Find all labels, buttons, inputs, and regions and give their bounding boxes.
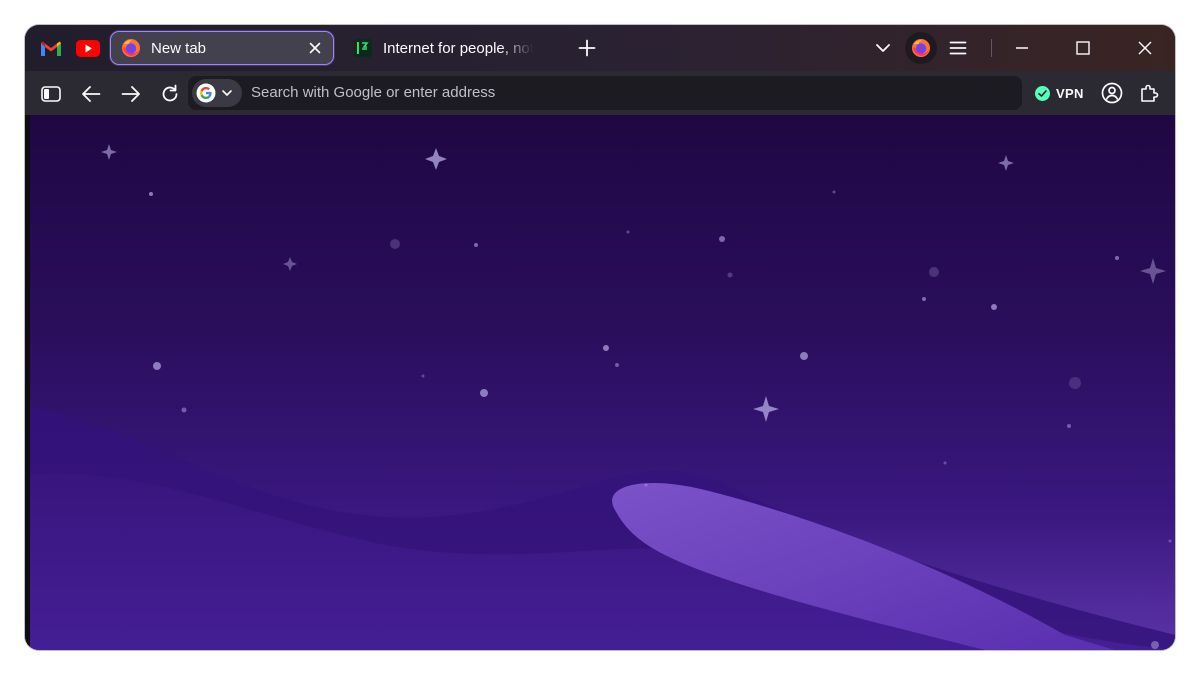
reload-icon bbox=[162, 84, 178, 102]
vpn-button[interactable]: VPN bbox=[1035, 82, 1084, 104]
address-bar[interactable]: Search with Google or enter address bbox=[188, 76, 1022, 110]
app-menu-button[interactable] bbox=[948, 38, 968, 58]
search-engine-selector[interactable] bbox=[192, 79, 242, 107]
mozilla-icon bbox=[354, 39, 372, 57]
close-icon bbox=[1138, 41, 1152, 55]
firefox-icon bbox=[122, 39, 140, 57]
back-button[interactable] bbox=[79, 82, 103, 106]
sidebar-button[interactable] bbox=[39, 82, 63, 106]
profile-icon bbox=[1101, 82, 1123, 104]
minimize-button[interactable] bbox=[1012, 38, 1032, 58]
sidebar-edge bbox=[25, 115, 30, 650]
toolbar-divider bbox=[991, 39, 992, 57]
minimize-icon bbox=[1016, 47, 1028, 49]
sparkles bbox=[101, 144, 1166, 422]
maximize-button[interactable] bbox=[1073, 38, 1093, 58]
firefox-icon bbox=[912, 39, 930, 57]
firefox-account-button[interactable] bbox=[905, 32, 937, 64]
list-all-tabs-button[interactable] bbox=[873, 38, 893, 58]
forward-button[interactable] bbox=[119, 82, 143, 106]
tab-strip: New tab Internet for people, not profit bbox=[25, 25, 1175, 71]
gmail-icon bbox=[41, 41, 61, 56]
chevron-down-icon bbox=[876, 44, 890, 52]
google-icon bbox=[196, 83, 216, 103]
pinned-tab-gmail[interactable] bbox=[39, 36, 63, 60]
vpn-label: VPN bbox=[1056, 85, 1084, 101]
vpn-check-icon bbox=[1035, 85, 1050, 101]
wallpaper-illustration bbox=[25, 144, 1175, 650]
extensions-button[interactable] bbox=[1137, 81, 1161, 105]
chevron-down-icon bbox=[222, 90, 232, 96]
close-icon[interactable] bbox=[307, 40, 323, 56]
tab-title: Internet for people, not profit bbox=[383, 39, 533, 57]
profile-button[interactable] bbox=[1100, 81, 1124, 105]
new-tab-button[interactable] bbox=[577, 38, 597, 58]
forward-arrow-icon bbox=[121, 86, 140, 102]
tab-mozilla[interactable]: Internet for people, not profit bbox=[343, 31, 533, 65]
puzzle-icon bbox=[1141, 84, 1159, 102]
sidebar-icon bbox=[41, 86, 61, 102]
hamburger-icon bbox=[949, 41, 967, 55]
new-tab-page bbox=[25, 115, 1175, 650]
reload-button[interactable] bbox=[158, 82, 182, 106]
browser-window: New tab Internet for people, not profit bbox=[25, 25, 1175, 650]
youtube-icon bbox=[76, 39, 100, 57]
search-input[interactable]: Search with Google or enter address bbox=[251, 76, 495, 110]
maximize-icon bbox=[1076, 41, 1090, 55]
tab-title: New tab bbox=[151, 39, 207, 57]
back-arrow-icon bbox=[82, 86, 101, 102]
pinned-tab-youtube[interactable] bbox=[76, 36, 100, 60]
close-window-button[interactable] bbox=[1135, 38, 1155, 58]
plus-icon bbox=[578, 39, 596, 57]
tab-new-tab[interactable]: New tab bbox=[110, 31, 334, 65]
